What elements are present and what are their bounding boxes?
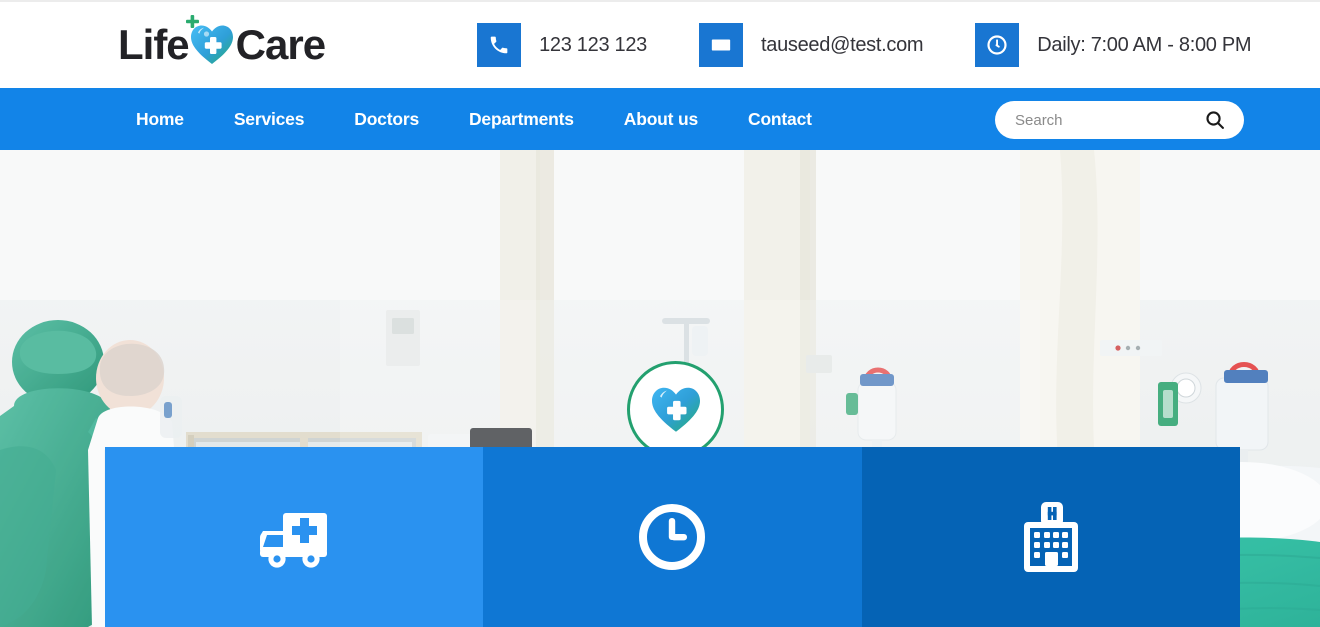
ambulance-icon bbox=[260, 513, 328, 568]
feature-box-hours[interactable] bbox=[483, 447, 862, 627]
feature-box-ambulance[interactable] bbox=[105, 447, 484, 627]
feature-box-hospital[interactable] bbox=[861, 447, 1240, 627]
header-contact-hours: Daily: 7:00 AM - 8:00 PM bbox=[975, 23, 1252, 67]
feature-box-row bbox=[105, 447, 1240, 627]
clock-icon bbox=[975, 23, 1020, 67]
hero-logo-badge bbox=[627, 361, 724, 458]
opening-hours-text: Daily: 7:00 AM - 8:00 PM bbox=[1037, 33, 1252, 56]
heart-cross-icon bbox=[651, 387, 700, 432]
nav-link-list: Home Services Doctors Departments About … bbox=[136, 109, 812, 130]
site-header: Life Care 123 123 123 tauseed@test.com D… bbox=[0, 0, 1320, 88]
nav-item-services[interactable]: Services bbox=[234, 109, 305, 130]
nav-item-doctors[interactable]: Doctors bbox=[354, 109, 419, 130]
nav-item-departments[interactable]: Departments bbox=[469, 109, 574, 130]
header-contact-group: 123 123 123 tauseed@test.com Daily: 7:00… bbox=[477, 23, 1252, 67]
header-contact-email[interactable]: tauseed@test.com bbox=[699, 23, 924, 67]
search-box[interactable] bbox=[995, 101, 1244, 139]
nav-item-contact[interactable]: Contact bbox=[748, 109, 812, 130]
email-address-text: tauseed@test.com bbox=[761, 33, 924, 56]
nav-item-about-us[interactable]: About us bbox=[624, 109, 698, 130]
heart-cross-icon bbox=[185, 15, 234, 66]
brand-logo[interactable]: Life Care bbox=[118, 15, 326, 68]
hospital-building-icon bbox=[1023, 502, 1078, 572]
envelope-icon bbox=[699, 23, 743, 67]
page-root: Life Care 123 123 123 tauseed@test.com D… bbox=[0, 0, 1320, 627]
clock-icon bbox=[639, 504, 706, 570]
brand-text-care: Care bbox=[235, 21, 326, 68]
nav-item-home[interactable]: Home bbox=[136, 109, 184, 130]
phone-number-text: 123 123 123 bbox=[539, 33, 647, 56]
header-contact-phone[interactable]: 123 123 123 bbox=[477, 23, 647, 67]
brand-text-life: Life bbox=[118, 21, 190, 68]
search-icon[interactable] bbox=[1204, 109, 1226, 131]
search-input[interactable] bbox=[1015, 111, 1190, 129]
phone-icon bbox=[477, 23, 522, 67]
